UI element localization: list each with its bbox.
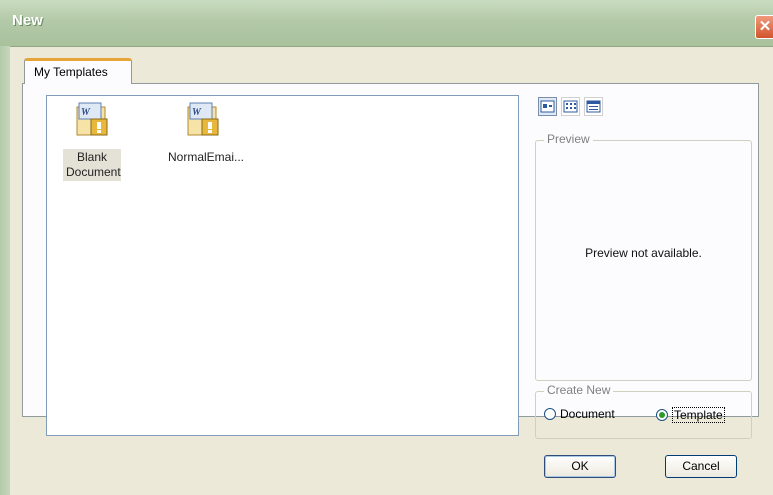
close-icon: ✕ [758,18,772,35]
template-radio[interactable]: Template [656,407,725,423]
large-icons-view-icon [540,100,555,113]
word-template-icon: W [187,102,219,136]
radio-label-document: Document [560,407,615,421]
cancel-button[interactable]: Cancel [665,455,737,478]
template-item-blank-document[interactable]: W Blank Document [53,101,131,181]
template-label: NormalEmai... [167,150,244,164]
radio-button-checked-icon [656,409,668,421]
large-icons-view-button[interactable] [538,97,557,116]
svg-text:W: W [192,107,202,118]
radio-button-icon [544,408,556,420]
radio-label-template: Template [672,407,725,423]
preview-group: Preview Preview not available. [535,132,752,381]
template-item-normalemail[interactable]: W NormalEmai... [164,101,244,166]
window-frame-left [0,46,10,495]
ok-button[interactable]: OK [544,455,616,478]
preview-message: Preview not available. [585,246,702,260]
list-view-icon [563,100,578,113]
create-new-group: Create New Document Template [535,383,752,439]
template-label: Blank Document [63,149,121,181]
tab-my-templates[interactable]: My Templates [24,58,132,84]
details-view-icon [586,100,601,113]
create-new-title: Create New [544,383,614,397]
list-view-button[interactable] [561,97,580,116]
tab-label: My Templates [34,65,108,79]
word-template-icon: W [76,102,108,136]
window-title: New [12,12,43,29]
document-radio[interactable]: Document [544,407,615,421]
svg-text:W: W [81,107,91,118]
preview-title: Preview [544,132,593,146]
details-view-button[interactable] [584,97,603,116]
title-bar[interactable]: New ✕ [0,0,773,47]
close-button[interactable]: ✕ [755,15,773,39]
